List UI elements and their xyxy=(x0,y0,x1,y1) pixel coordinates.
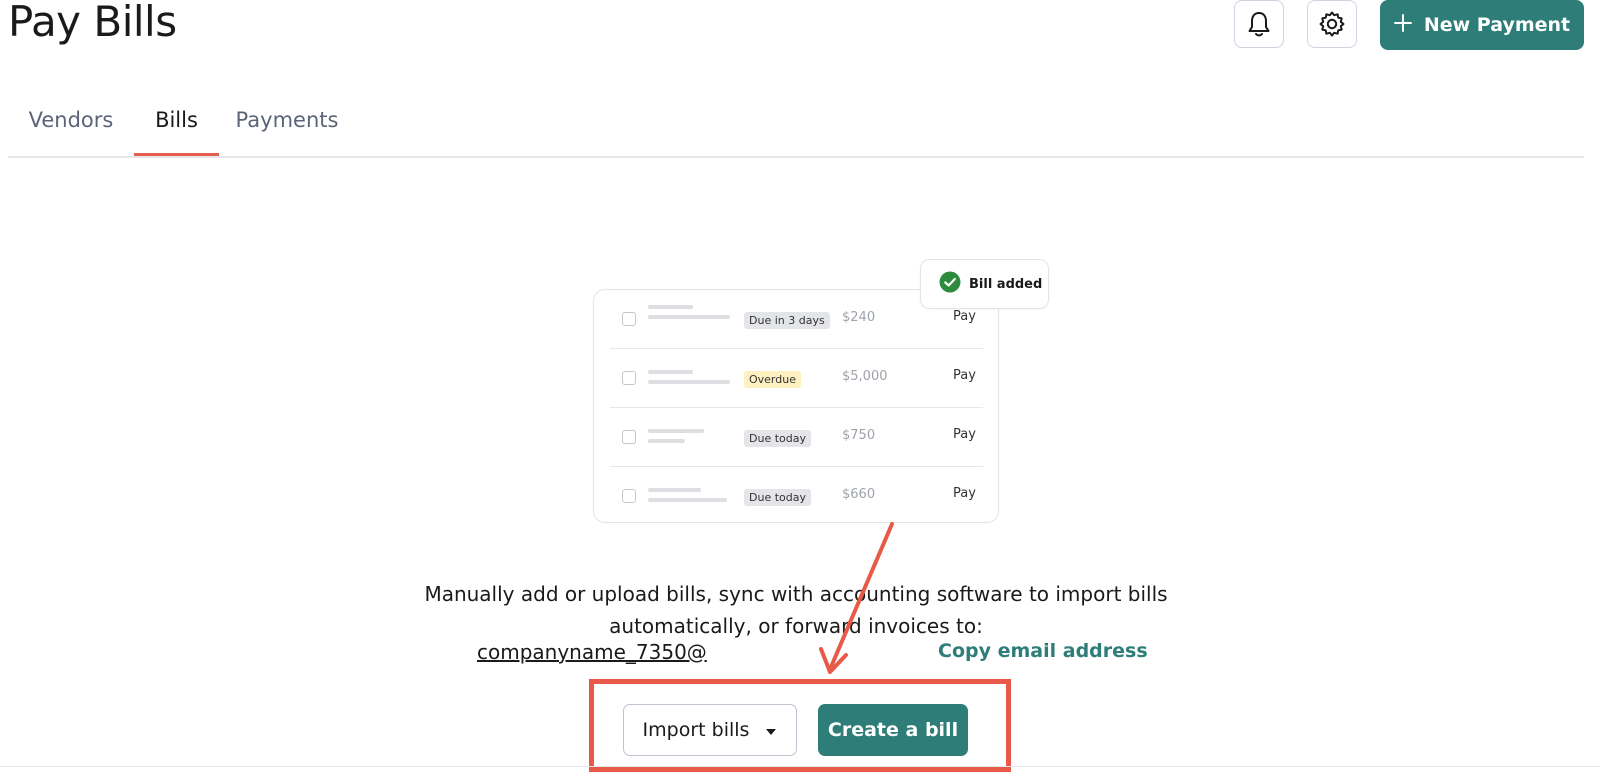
page-title: Pay Bills xyxy=(8,0,177,46)
status-badge: Due today xyxy=(744,430,811,447)
description-line-2: automatically, or forward invoices to: xyxy=(609,614,983,638)
illustration-row: Due today $750 Pay xyxy=(610,408,983,467)
placeholder-line xyxy=(648,305,693,309)
illustration-row: Due today $660 Pay xyxy=(610,467,983,526)
amount: $5,000 xyxy=(842,369,888,384)
pay-link: Pay xyxy=(953,427,976,442)
placeholder-line xyxy=(648,488,701,492)
status-badge: Due in 3 days xyxy=(744,312,830,329)
new-payment-label: New Payment xyxy=(1423,14,1571,36)
amount: $750 xyxy=(842,428,876,443)
tab-bills[interactable]: Bills xyxy=(134,102,219,156)
placeholder-line xyxy=(648,315,730,319)
checkbox xyxy=(622,312,636,326)
pay-link: Pay xyxy=(953,309,976,324)
toast-label: Bill added xyxy=(969,276,1043,292)
placeholder-line xyxy=(648,498,727,502)
placeholder-line xyxy=(648,439,685,443)
copy-email-link[interactable]: Copy email address xyxy=(938,640,1148,662)
illustration-row: Overdue $5,000 Pay xyxy=(610,349,983,408)
gear-icon xyxy=(1318,10,1346,38)
tab-vendors[interactable]: Vendors xyxy=(8,102,134,156)
bills-illustration: Due in 3 days $240 Pay Overdue $5,000 Pa… xyxy=(593,289,999,523)
pay-link: Pay xyxy=(953,486,976,501)
bell-icon xyxy=(1246,10,1272,38)
amount: $240 xyxy=(842,310,876,325)
check-circle-icon xyxy=(939,271,961,297)
import-bills-button[interactable]: Import bills xyxy=(623,704,797,756)
bill-added-toast: Bill added xyxy=(920,259,1049,309)
forwarding-email[interactable]: companyname_7350@ xyxy=(477,640,707,664)
pay-link: Pay xyxy=(953,368,976,383)
bottom-divider xyxy=(0,766,1600,767)
caret-down-icon xyxy=(765,719,777,741)
status-badge: Overdue xyxy=(744,371,801,388)
notifications-button[interactable] xyxy=(1234,0,1284,48)
checkbox xyxy=(622,489,636,503)
placeholder-line xyxy=(648,370,693,374)
status-badge: Due today xyxy=(744,489,811,506)
plus-icon xyxy=(1393,13,1412,37)
settings-button[interactable] xyxy=(1307,0,1357,48)
checkbox xyxy=(622,430,636,444)
placeholder-line xyxy=(648,429,704,433)
create-bill-button[interactable]: Create a bill xyxy=(818,704,968,756)
checkbox xyxy=(622,371,636,385)
new-payment-button[interactable]: New Payment xyxy=(1380,0,1584,50)
import-bills-label: Import bills xyxy=(642,719,750,741)
amount: $660 xyxy=(842,487,876,502)
placeholder-line xyxy=(648,380,730,384)
tab-bar: Vendors Bills Payments xyxy=(8,92,1584,158)
empty-state-description: Manually add or upload bills, sync with … xyxy=(400,578,1192,642)
tab-payments[interactable]: Payments xyxy=(219,102,355,156)
description-line-1: Manually add or upload bills, sync with … xyxy=(424,582,1168,606)
